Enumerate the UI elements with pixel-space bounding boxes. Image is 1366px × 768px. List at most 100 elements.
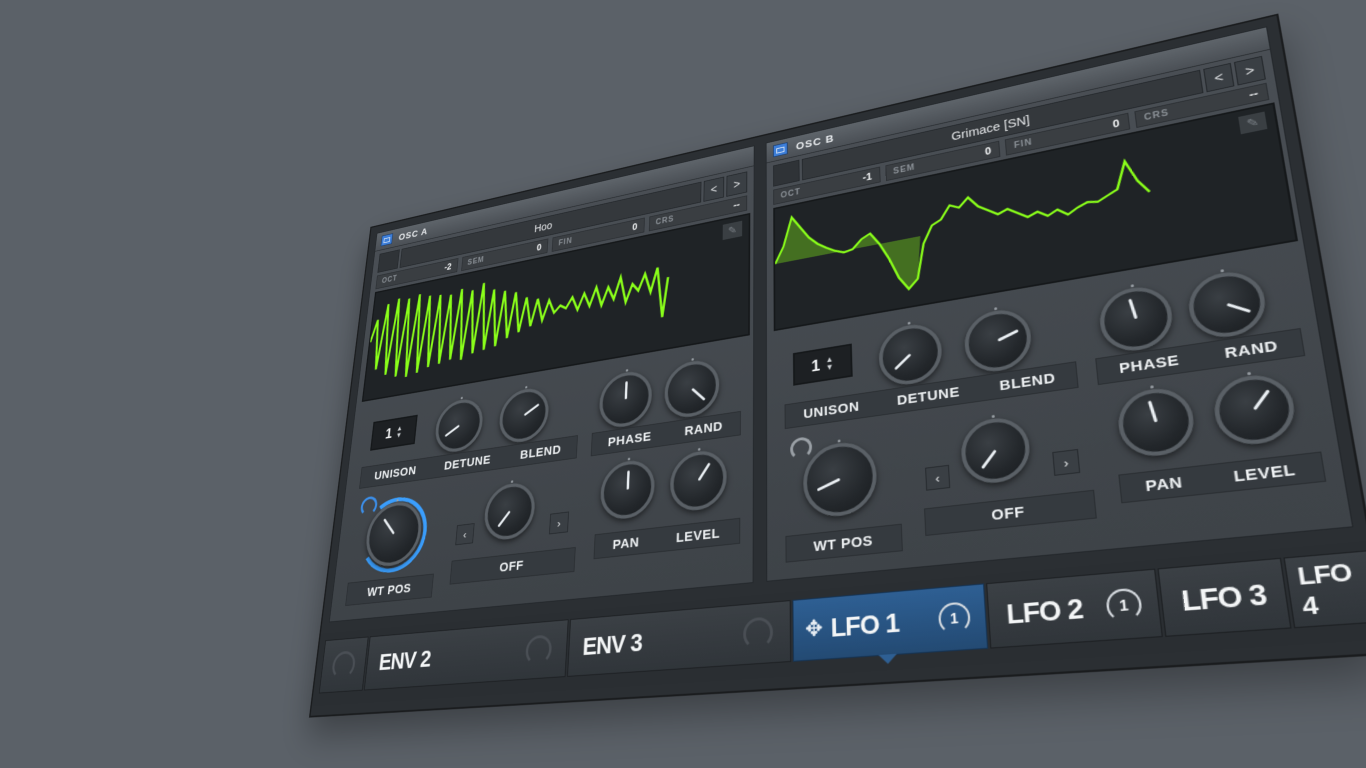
pan-label: PAN bbox=[612, 534, 640, 553]
tab-lfo-1[interactable]: ✥ LFO 1 1 bbox=[792, 583, 989, 665]
osc-b-toggle-icon[interactable] bbox=[773, 142, 788, 158]
tab-lfo-1-count: 1 bbox=[937, 601, 972, 636]
tab-lfo-3-label: LFO 3 bbox=[1179, 576, 1269, 617]
unison-label: UNISON bbox=[803, 398, 860, 422]
detune-label: DETUNE bbox=[443, 452, 492, 473]
osc-a-unison-value: 1 bbox=[384, 425, 394, 442]
osc-b-detune-knob[interactable] bbox=[878, 320, 944, 389]
crs-value: -- bbox=[1248, 87, 1260, 102]
osc-b-prev-wavetable-button[interactable]: < bbox=[1203, 62, 1235, 93]
tab-env-2-label: ENV 2 bbox=[377, 644, 432, 676]
osc-a-wt-pos-label-bar: WT POS bbox=[345, 573, 434, 606]
osc-a-unison-stepper[interactable]: 1 ▲ ▼ bbox=[370, 414, 418, 451]
crs-value: -- bbox=[733, 199, 740, 212]
pan-label: PAN bbox=[1144, 473, 1184, 495]
osc-a-phase-knob[interactable] bbox=[598, 368, 653, 431]
tab-lfo-4-label: LFO 4 bbox=[1295, 557, 1354, 621]
osc-b-blend-knob[interactable] bbox=[963, 305, 1034, 376]
osc-b-warp-mode[interactable]: OFF bbox=[924, 489, 1097, 536]
warp-mode-value: OFF bbox=[990, 503, 1026, 524]
osc-a-rand-knob[interactable] bbox=[663, 356, 720, 421]
unison-label: UNISON bbox=[373, 463, 417, 483]
osc-b-wavetable-menu[interactable] bbox=[773, 159, 800, 187]
mod-ring-icon bbox=[743, 616, 773, 651]
osc-a-warp-knob[interactable] bbox=[482, 480, 537, 543]
sem-value: 0 bbox=[984, 144, 992, 158]
level-label: LEVEL bbox=[1232, 460, 1297, 486]
tab-lfo-3[interactable]: LFO 3 bbox=[1157, 557, 1292, 637]
osc-b-warp-next-button[interactable]: › bbox=[1052, 448, 1081, 476]
stage: OSC A Hoo < > OCT -2 SEM 0 FIN 0 CRS -- ✎ 1 … bbox=[0, 0, 1366, 768]
spin-arrows-icon[interactable]: ▲ ▼ bbox=[825, 354, 833, 372]
osc-b-next-wavetable-button[interactable]: > bbox=[1233, 55, 1266, 86]
osc-b-warp-prev-button[interactable]: ‹ bbox=[925, 464, 951, 491]
osc-a-toggle-icon[interactable] bbox=[380, 233, 394, 247]
warp-mode-value: OFF bbox=[498, 557, 525, 575]
osc-a-level-knob[interactable] bbox=[669, 447, 727, 514]
wt-pos-label: WT POS bbox=[366, 580, 412, 600]
rand-label: RAND bbox=[1223, 337, 1280, 362]
tab-lfo-1-label: LFO 1 bbox=[830, 606, 900, 643]
mod-source-icon[interactable] bbox=[790, 436, 813, 461]
phase-label: PHASE bbox=[1118, 351, 1181, 377]
osc-b-rand-knob[interactable] bbox=[1185, 266, 1270, 342]
blend-label: BLEND bbox=[999, 369, 1057, 394]
osc-a-pan-knob[interactable] bbox=[599, 457, 656, 522]
osc-a-title: OSC A bbox=[398, 225, 429, 243]
osc-b-unison-stepper[interactable]: 1 ▲ ▼ bbox=[792, 343, 853, 386]
osc-b-pan-level-labels: PAN LEVEL bbox=[1118, 451, 1327, 504]
mod-ring-icon bbox=[524, 634, 553, 666]
tab-env-3-label: ENV 3 bbox=[581, 627, 643, 661]
osc-b-wt-pos-knob[interactable] bbox=[802, 438, 878, 520]
tab-partial-left[interactable] bbox=[318, 636, 369, 694]
sem-value: 0 bbox=[536, 241, 542, 254]
crs-label: CRS bbox=[655, 214, 675, 227]
sem-label: SEM bbox=[892, 162, 916, 176]
phase-label: PHASE bbox=[607, 428, 652, 450]
osc-a-panel: OSC A Hoo < > OCT -2 SEM 0 FIN 0 CRS -- ✎ 1 … bbox=[328, 145, 755, 623]
oct-label: OCT bbox=[381, 274, 398, 285]
osc-b-pan-knob[interactable] bbox=[1115, 384, 1198, 460]
osc-a-wavetable-menu[interactable] bbox=[377, 249, 400, 273]
level-label: LEVEL bbox=[675, 525, 721, 546]
synth-panel: OSC A Hoo < > OCT -2 SEM 0 FIN 0 CRS -- ✎ 1 … bbox=[310, 15, 1366, 716]
osc-a-warp-next-button[interactable]: › bbox=[549, 511, 570, 535]
osc-b-phase-knob[interactable] bbox=[1097, 282, 1176, 356]
fin-value: 0 bbox=[632, 221, 638, 233]
osc-b-panel: OSC B Grimace [SN] < > OCT -1 SEM 0 FIN 0 C… bbox=[765, 26, 1354, 582]
osc-a-pan-level-labels: PAN LEVEL bbox=[593, 517, 741, 560]
osc-a-prev-wavetable-button[interactable]: < bbox=[703, 176, 725, 202]
blend-label: BLEND bbox=[519, 441, 562, 462]
osc-a-detune-knob[interactable] bbox=[433, 396, 485, 455]
tab-env-2[interactable]: ENV 2 bbox=[363, 619, 569, 691]
active-tab-caret bbox=[878, 653, 898, 665]
osc-b-wt-pos-label-bar: WT POS bbox=[785, 523, 903, 563]
crs-label: CRS bbox=[1143, 107, 1170, 123]
osc-a-warp-prev-button[interactable]: ‹ bbox=[455, 523, 475, 546]
tab-lfo-2-count: 1 bbox=[1105, 587, 1144, 623]
sem-label: SEM bbox=[467, 255, 485, 267]
rand-label: RAND bbox=[684, 418, 723, 439]
fin-value: 0 bbox=[1112, 117, 1121, 131]
osc-a-blend-knob[interactable] bbox=[497, 385, 551, 446]
osc-a-warp-mode[interactable]: OFF bbox=[449, 547, 576, 585]
osc-a-next-wavetable-button[interactable]: > bbox=[726, 171, 748, 197]
osc-b-unison-value: 1 bbox=[811, 356, 821, 375]
fin-label: FIN bbox=[1013, 137, 1033, 151]
fin-label: FIN bbox=[558, 236, 573, 248]
mod-ring-icon bbox=[330, 650, 357, 680]
osc-b-title: OSC B bbox=[795, 131, 835, 152]
oct-label: OCT bbox=[780, 187, 801, 200]
spin-arrows-icon[interactable]: ▲ ▼ bbox=[395, 424, 403, 439]
wt-pos-label: WT POS bbox=[813, 532, 874, 555]
osc-b-level-knob[interactable] bbox=[1210, 370, 1300, 449]
move-icon[interactable]: ✥ bbox=[805, 615, 823, 642]
tab-lfo-2[interactable]: LFO 2 1 bbox=[986, 568, 1163, 649]
oct-value: -1 bbox=[862, 170, 873, 184]
detune-label: DETUNE bbox=[896, 383, 961, 409]
tab-lfo-2-label: LFO 2 bbox=[1005, 591, 1084, 630]
osc-b-warp-knob[interactable] bbox=[959, 414, 1032, 487]
tab-env-3[interactable]: ENV 3 bbox=[567, 600, 792, 677]
oct-value: -2 bbox=[443, 261, 452, 273]
tab-lfo-4[interactable]: LFO 4 bbox=[1283, 550, 1366, 629]
